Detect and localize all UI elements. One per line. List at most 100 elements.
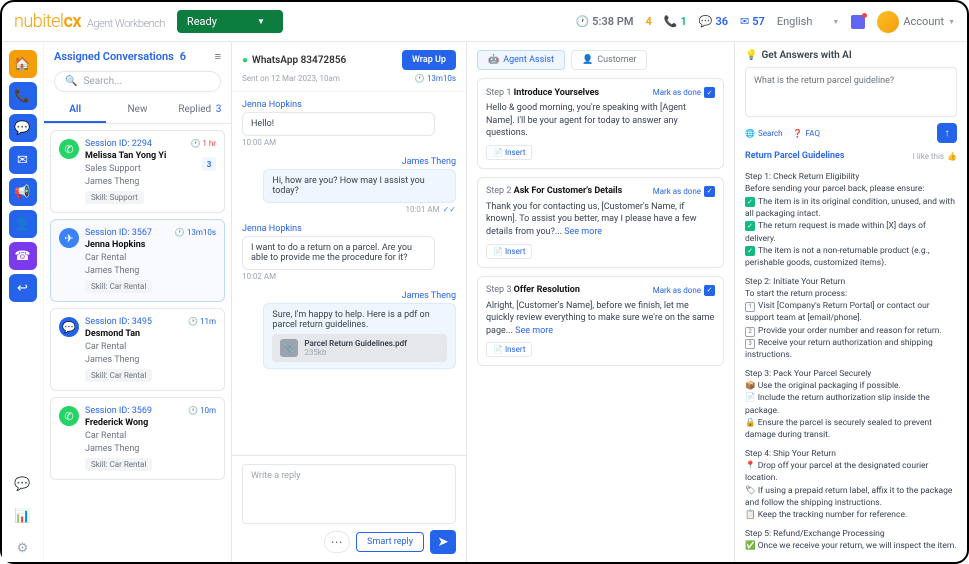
msg-bubble: Sure, I'm happy to help. Here is a pdf o… (263, 303, 456, 369)
ai-send-button[interactable]: ↑ (937, 123, 957, 143)
nav-analytics-icon[interactable]: 📊 (9, 502, 37, 530)
pending-stat: 4 (645, 15, 651, 28)
insert-button[interactable]: 📄 Insert (486, 244, 532, 259)
tab-customer[interactable]: 👤 Customer (571, 50, 647, 70)
see-more-link[interactable]: See more (515, 326, 553, 336)
message: Jenna Hopkins Hello! 10:00 AM (242, 100, 456, 147)
convs-count: 6 (180, 50, 186, 63)
assist-step: Step 1 Introduce Yourselves Mark as done… (477, 78, 724, 169)
nav-mail-icon[interactable]: ✉ (9, 146, 37, 174)
mark-done-button[interactable]: Mark as done (653, 87, 715, 98)
msg-time: 10:01 AM ✓✓ (405, 205, 456, 214)
notification-icon[interactable] (851, 15, 865, 29)
nav-messages-icon[interactable]: 💬 (9, 470, 37, 498)
conv-agent: James Theng (85, 177, 216, 187)
channel-icon: ✆ (59, 139, 79, 159)
more-button[interactable]: ⋯ (324, 531, 350, 553)
customer-name: Jenna Hopkins (85, 240, 216, 250)
ai-opt-faq[interactable]: ❓ FAQ (793, 129, 820, 138)
reply-input[interactable]: Write a reply (242, 464, 456, 524)
tab-replied[interactable]: Replied 3 (169, 98, 231, 123)
file-attachment[interactable]: 📎Parcel Return Guidelines.pdf235kb (272, 334, 447, 362)
mark-done-button[interactable]: Mark as done (653, 285, 715, 296)
ai-result-title: Return Parcel Guidelines (745, 151, 845, 161)
step-text: Thank you for contacting us, [Customer's… (486, 201, 715, 239)
status-dropdown[interactable]: Ready (177, 10, 283, 33)
ai-result-body: Step 1: Check Return Eligibility Before … (745, 165, 957, 554)
message: Jenna Hopkins I want to do a return on a… (242, 224, 456, 281)
attachment-icon: 📎 (280, 339, 298, 357)
skill-pill: Skill: Car Rental (85, 369, 152, 382)
channel-icon: ✆ (59, 406, 79, 426)
msg-sender: James Theng (402, 157, 456, 167)
tab-new[interactable]: New (106, 98, 168, 123)
insert-button[interactable]: 📄 Insert (486, 145, 532, 160)
like-button[interactable]: I like this 👍 (913, 152, 957, 161)
step-text: Hello & good morning, you're speaking wi… (486, 102, 715, 140)
msg-bubble: Hi, how are you? How may I assist you to… (263, 169, 456, 203)
msg-bubble: I want to do a return on a parcel. Are y… (242, 236, 435, 270)
step-title: Step 2 Ask For Customer's Details (486, 186, 622, 196)
ai-opt-search[interactable]: 🌐 Search (745, 129, 783, 138)
conversation-card[interactable]: ✆ 🕐 10m Session ID: 3569 Frederick Wong … (50, 397, 225, 480)
conv-queue: Car Rental (85, 431, 216, 441)
nav-contacts-icon[interactable]: 👤 (9, 210, 37, 238)
unread-badge: 3 (202, 157, 216, 171)
account-menu[interactable]: Account (877, 11, 955, 33)
message: James Theng Sure, I'm happy to help. Her… (242, 291, 456, 369)
msg-sender: Jenna Hopkins (242, 100, 456, 110)
customer-name: Desmond Tan (85, 329, 216, 339)
assist-step: Step 2 Ask For Customer's Details Mark a… (477, 177, 724, 268)
calls-stat: 📞1 (664, 15, 687, 28)
emails-stat: ✉57 (740, 15, 765, 28)
send-button[interactable]: ➤ (430, 530, 456, 554)
ai-panel: 💡 Get Answers with AI What is the return… (735, 42, 967, 562)
sidenav: 🏠 📞 💬 ✉ 📢 👤 ☎ ↩ 💬 📊 ⚙ (2, 42, 44, 562)
conv-queue: Car Rental (85, 253, 216, 263)
chat-timer: 🕐 13m10s (415, 74, 456, 83)
conversation-card[interactable]: ✆ 🕐 1 hr 3 Session ID: 2294 Melissa Tan … (50, 130, 225, 213)
step-title: Step 1 Introduce Yourselves (486, 88, 599, 98)
conversation-card[interactable]: ✈ 🕐 13m10s Session ID: 3567 Jenna Hopkin… (50, 219, 225, 302)
nav-home-icon[interactable]: 🏠 (9, 50, 37, 78)
skill-pill: Skill: Car Rental (85, 280, 152, 293)
customer-name: Frederick Wong (85, 418, 216, 428)
channel-icon: ✈ (59, 228, 79, 248)
language-dropdown[interactable]: English (777, 15, 840, 28)
nav-chat-icon[interactable]: 💬 (9, 114, 37, 142)
conv-time: 🕐 11m (188, 317, 216, 326)
step-text: Alright, [Customer's Name], before we fi… (486, 300, 715, 338)
customer-name: Melissa Tan Yong Yi (85, 151, 216, 161)
conv-agent: James Theng (85, 266, 216, 276)
insert-button[interactable]: 📄 Insert (486, 342, 532, 357)
chat-panel: WhatsApp 83472856 Wrap Up Sent on 12 Mar… (232, 42, 467, 562)
msg-time: 10:00 AM (242, 138, 456, 147)
conversations-panel: Assigned Conversations 6 ≡ 🔍 Search... A… (44, 42, 232, 562)
chat-sent-meta: Sent on 12 Mar 2023, 10am (242, 74, 340, 83)
msg-bubble: Hello! (242, 112, 435, 136)
conv-queue: Sales Support (85, 164, 216, 174)
wrap-up-button[interactable]: Wrap Up (402, 50, 456, 70)
message: James Theng Hi, how are you? How may I a… (242, 157, 456, 214)
mark-done-button[interactable]: Mark as done (653, 186, 715, 197)
search-input[interactable]: 🔍 Search... (54, 71, 221, 92)
conversation-card[interactable]: 💬 🕐 11m Session ID: 3495 Desmond Tan Car… (50, 308, 225, 391)
conv-time: 🕐 1 hr (190, 139, 216, 148)
brand-logo: nubitelcxAgent Workbench (14, 11, 165, 32)
see-more-link[interactable]: See more (564, 227, 602, 237)
smart-reply-button[interactable]: Smart reply (356, 532, 424, 552)
tab-all[interactable]: All (44, 98, 106, 123)
conv-time: 🕐 13m10s (175, 228, 216, 237)
ai-question-input[interactable]: What is the return parcel guideline? (745, 67, 957, 117)
convs-title: Assigned Conversations (54, 50, 174, 63)
nav-settings-icon[interactable]: ⚙ (9, 534, 37, 562)
chats-stat: 💬36 (699, 15, 728, 28)
nav-campaign-icon[interactable]: 📢 (9, 178, 37, 206)
filter-icon[interactable]: ≡ (215, 50, 221, 63)
msg-time: 10:02 AM (242, 272, 456, 281)
nav-history-icon[interactable]: ↩ (9, 274, 37, 302)
nav-phone-icon[interactable]: 📞 (9, 82, 37, 110)
tab-agent-assist[interactable]: 🤖 Agent Assist (477, 50, 565, 70)
nav-dialer-icon[interactable]: ☎ (9, 242, 37, 270)
conv-queue: Car Rental (85, 342, 216, 352)
